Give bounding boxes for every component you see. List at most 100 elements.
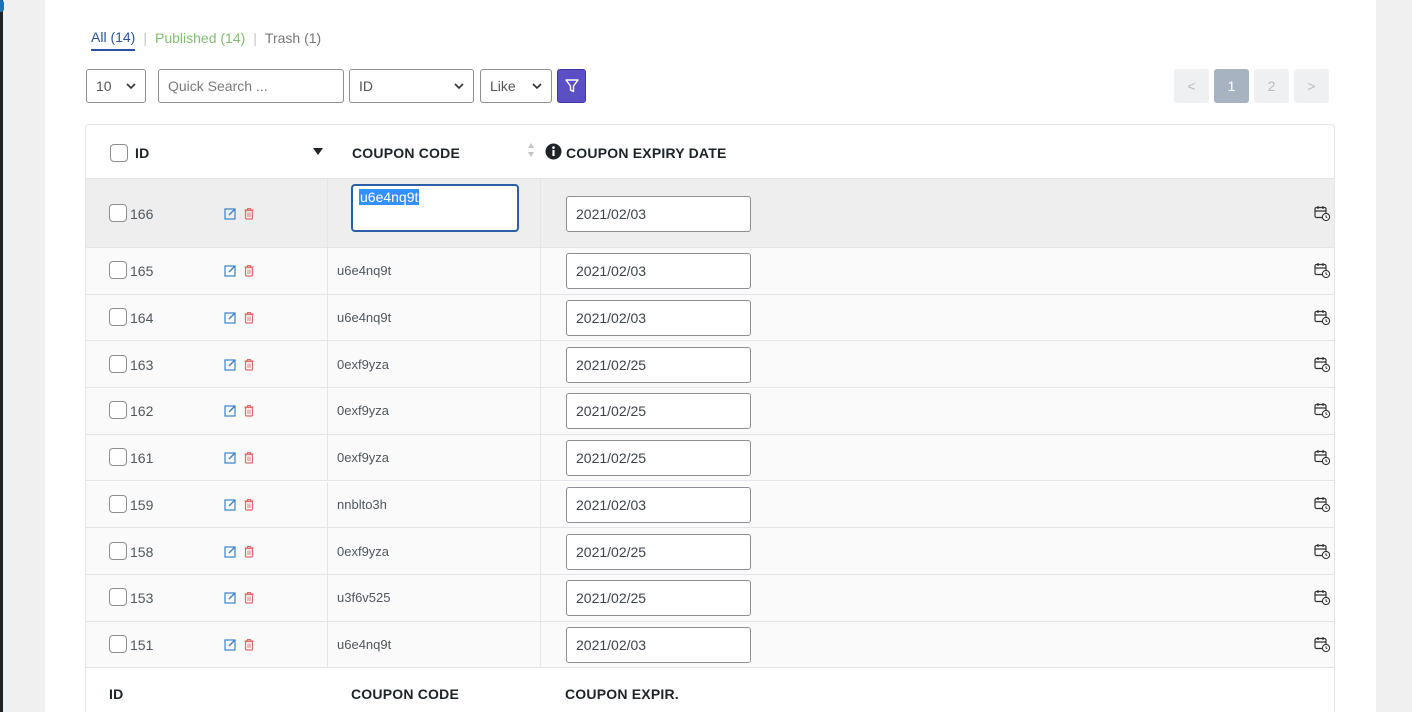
calendar-clock-icon[interactable] <box>1314 589 1331 611</box>
filter-icon <box>564 79 579 93</box>
page-1-button[interactable]: 1 <box>1214 69 1249 103</box>
calendar-clock-icon[interactable] <box>1314 262 1331 284</box>
sort-desc-icon[interactable] <box>313 148 323 156</box>
edit-icon[interactable] <box>224 545 237 563</box>
trash-icon[interactable] <box>243 358 255 376</box>
edit-icon[interactable] <box>224 264 237 282</box>
edit-icon[interactable] <box>224 207 237 225</box>
calendar-clock-icon[interactable] <box>1314 205 1331 227</box>
field-select[interactable]: ID <box>349 69 474 103</box>
coupon-code-cell[interactable]: nnblto3h <box>327 481 541 528</box>
tab-trash[interactable]: Trash (1) <box>265 30 321 50</box>
chevron-down-icon <box>532 83 542 90</box>
expiry-date-input[interactable]: 2021/02/25 <box>566 440 751 477</box>
trash-icon[interactable] <box>243 207 255 225</box>
expiry-date-input[interactable]: 2021/02/03 <box>566 486 751 523</box>
expiry-date-input[interactable]: 2021/02/25 <box>566 580 751 617</box>
trash-icon[interactable] <box>243 311 255 329</box>
calendar-clock-icon[interactable] <box>1314 449 1331 471</box>
quick-search-input[interactable]: Quick Search ... <box>158 69 344 103</box>
row-actions <box>224 451 255 469</box>
col-header-id[interactable]: ID <box>135 145 149 161</box>
col-header-coupon-code[interactable]: COUPON CODE <box>352 145 460 161</box>
calendar-clock-icon[interactable] <box>1314 496 1331 518</box>
next-page-button[interactable]: > <box>1294 69 1329 103</box>
edit-icon[interactable] <box>224 498 237 516</box>
expiry-date-input[interactable]: 2021/02/03 <box>566 626 751 663</box>
calendar-clock-icon[interactable] <box>1314 356 1331 378</box>
tab-published[interactable]: Published (14) <box>155 30 245 50</box>
row-checkbox[interactable] <box>109 203 127 222</box>
edit-icon[interactable] <box>224 358 237 376</box>
footer-col-id[interactable]: ID <box>109 686 123 702</box>
row-checkbox[interactable] <box>109 634 127 653</box>
row-actions <box>224 591 255 609</box>
row-checkbox[interactable] <box>109 261 127 280</box>
coupon-code-cell[interactable]: 0exf9yza <box>327 528 541 574</box>
operator-select[interactable]: Like <box>480 69 552 103</box>
chevron-down-icon <box>126 83 136 90</box>
row-checkbox[interactable] <box>109 588 127 607</box>
edit-icon[interactable] <box>224 311 237 329</box>
sort-icon[interactable] <box>527 142 535 158</box>
calendar-clock-icon[interactable] <box>1314 543 1331 565</box>
footer-col-coupon-expiry[interactable]: COUPON EXPIR. <box>565 686 679 702</box>
row-checkbox[interactable] <box>109 448 127 467</box>
expiry-date-input[interactable]: 2021/02/25 <box>566 346 751 383</box>
coupon-code-cell[interactable]: 0exf9yza <box>327 434 541 481</box>
coupon-code-cell[interactable]: 0exf9yza <box>327 388 541 434</box>
coupon-code-cell[interactable]: u3f6v525 <box>327 574 541 621</box>
page-2-button[interactable]: 2 <box>1254 69 1289 103</box>
coupon-code-cell[interactable]: u6e4nq9t <box>327 294 541 341</box>
expiry-date-input[interactable]: 2021/02/25 <box>566 393 751 430</box>
edit-icon[interactable] <box>224 451 237 469</box>
edit-icon[interactable] <box>224 638 237 656</box>
trash-icon[interactable] <box>243 498 255 516</box>
expiry-date-input[interactable]: 2021/02/03 <box>566 300 751 337</box>
status-tabs: All (14) | Published (14) | Trash (1) <box>91 29 321 51</box>
tab-separator: | <box>253 30 257 46</box>
row-actions <box>224 264 255 282</box>
coupon-code: u6e4nq9t <box>337 310 392 326</box>
footer-col-coupon-code[interactable]: COUPON CODE <box>351 686 459 702</box>
coupon-code-cell[interactable]: u6e4nq9t <box>327 248 541 294</box>
expiry-date-input[interactable]: 2021/02/03 <box>566 253 751 290</box>
filter-button[interactable] <box>557 69 586 103</box>
edit-icon[interactable] <box>224 591 237 609</box>
trash-icon[interactable] <box>243 404 255 422</box>
row-actions <box>224 545 255 563</box>
row-checkbox[interactable] <box>109 401 127 420</box>
coupon-code-cell[interactable]: u6e4nq9t <box>327 621 541 668</box>
table-row: 164 u6e4nq9t 2021/02/03 <box>86 294 1334 342</box>
edit-icon[interactable] <box>224 404 237 422</box>
calendar-clock-icon[interactable] <box>1314 402 1331 424</box>
trash-icon[interactable] <box>243 545 255 563</box>
trash-icon[interactable] <box>243 451 255 469</box>
tab-all[interactable]: All (14) <box>91 29 136 51</box>
row-checkbox[interactable] <box>109 541 127 560</box>
expiry-date-input[interactable]: 2021/02/03 <box>566 195 751 232</box>
per-page-select[interactable]: 10 <box>86 69 146 103</box>
calendar-clock-icon[interactable] <box>1314 636 1331 658</box>
col-header-coupon-expiry-date[interactable]: COUPON EXPIRY DATE <box>566 145 726 161</box>
trash-icon[interactable] <box>243 638 255 656</box>
coupon-code: u3f6v525 <box>337 590 391 606</box>
row-actions <box>224 404 255 422</box>
coupon-code-cell[interactable]: 0exf9yza <box>327 341 541 388</box>
row-checkbox[interactable] <box>109 308 127 327</box>
row-checkbox[interactable] <box>109 494 127 513</box>
trash-icon[interactable] <box>243 591 255 609</box>
row-checkbox[interactable] <box>109 354 127 373</box>
expiry-date-input[interactable]: 2021/02/25 <box>566 533 751 570</box>
select-all-checkbox[interactable] <box>110 144 128 162</box>
info-icon[interactable] <box>545 143 562 160</box>
per-page-value: 10 <box>96 78 112 94</box>
coupon-code-cell[interactable]: u6e4nq9t <box>327 179 541 247</box>
search-placeholder: Quick Search ... <box>168 78 268 94</box>
coupon-code: 0exf9yza <box>337 403 390 419</box>
prev-page-button[interactable]: < <box>1174 69 1209 103</box>
row-actions <box>224 311 255 329</box>
calendar-clock-icon[interactable] <box>1314 309 1331 331</box>
coupon-code-edit-field[interactable]: u6e4nq9t <box>351 184 519 232</box>
trash-icon[interactable] <box>243 264 255 282</box>
